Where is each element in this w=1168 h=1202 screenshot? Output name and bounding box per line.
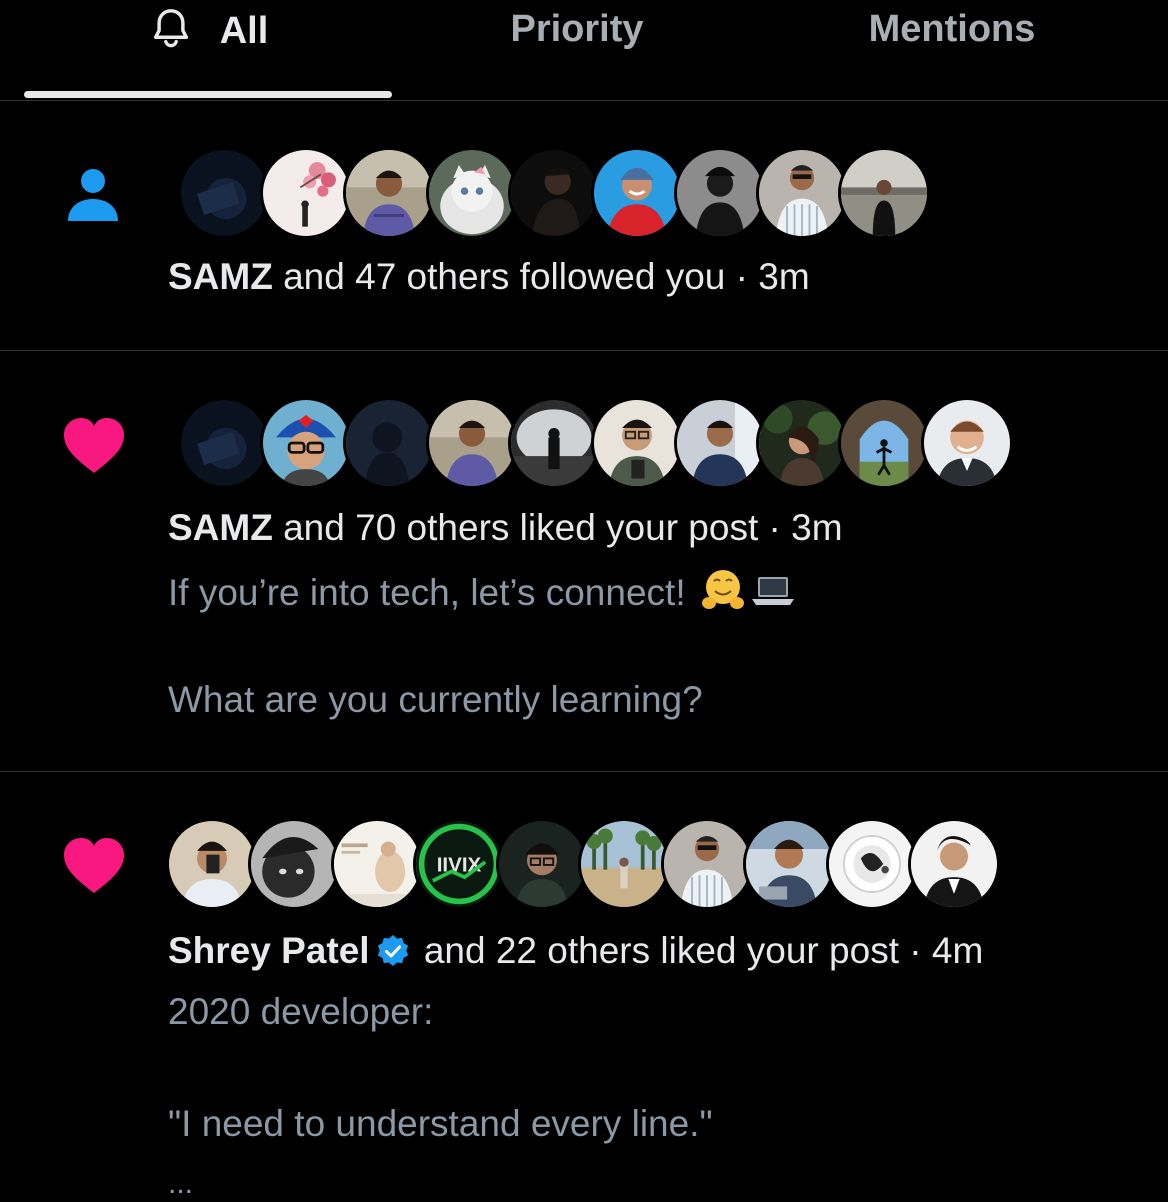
heart-icon	[64, 418, 124, 473]
avatar[interactable]	[578, 818, 670, 910]
tab-all-label: All	[219, 10, 269, 52]
notification-tabs: All Priority Mentions	[0, 0, 1168, 101]
avatar[interactable]	[674, 397, 766, 489]
avatar[interactable]: IIVIX	[413, 818, 505, 910]
tab-priority-label: Priority	[510, 8, 644, 50]
avatar[interactable]	[921, 397, 1013, 489]
avatar[interactable]	[908, 818, 1000, 910]
action-text: and 70 others liked your post	[272, 507, 759, 548]
post-preview-line: 2020 developer:	[168, 991, 434, 1032]
avatar[interactable]	[260, 397, 352, 489]
avatar[interactable]	[496, 818, 588, 910]
avatar[interactable]	[178, 147, 270, 239]
action-text: and 22 others liked your post	[413, 930, 899, 971]
action-text: and 47 others followed you	[272, 256, 726, 297]
timestamp: · 4m	[898, 930, 984, 971]
notification-headline: SAMZ and 47 others followed you · 3m	[168, 255, 810, 299]
post-text: If you’re into tech, let’s connect!	[168, 572, 686, 613]
tab-mentions-label: Mentions	[868, 8, 1036, 50]
avatar[interactable]	[591, 147, 683, 239]
bell-icon	[153, 9, 188, 48]
avatar[interactable]	[591, 397, 683, 489]
notification-like[interactable]: IIVIX Shrey Patel and 22 others liked yo…	[0, 772, 1168, 1200]
tab-mentions[interactable]: Mentions	[762, 0, 1142, 100]
verified-badge-icon	[377, 935, 408, 966]
actor-name[interactable]: SAMZ	[168, 256, 273, 297]
avatar[interactable]	[343, 397, 435, 489]
avatar[interactable]	[178, 397, 270, 489]
avatar[interactable]	[743, 818, 835, 910]
avatar[interactable]	[661, 818, 753, 910]
heart-icon	[64, 838, 124, 893]
avatar[interactable]	[838, 147, 930, 239]
person-icon	[68, 169, 118, 221]
avatar[interactable]	[674, 147, 766, 239]
post-truncation-ellipsis: ...	[168, 1167, 194, 1200]
avatar[interactable]	[331, 818, 423, 910]
avatar[interactable]	[838, 397, 930, 489]
avatar[interactable]	[826, 818, 918, 910]
post-preview-line: If you’re into tech, let’s connect!	[168, 567, 796, 615]
avatar[interactable]	[166, 818, 258, 910]
notification-like[interactable]: SAMZ and 70 others liked your post · 3m …	[0, 351, 1168, 772]
tab-priority[interactable]: Priority	[392, 0, 762, 100]
avatar[interactable]	[756, 147, 848, 239]
avatar[interactable]	[426, 397, 518, 489]
avatar[interactable]	[248, 818, 340, 910]
post-preview-line: What are you currently learning?	[168, 679, 703, 720]
post-preview-line: "I need to understand every line."	[168, 1103, 713, 1144]
avatar[interactable]	[756, 397, 848, 489]
notification-headline: SAMZ and 70 others liked your post · 3m	[168, 506, 843, 550]
actor-name[interactable]: Shrey Patel	[168, 930, 370, 971]
notification-follow[interactable]: SAMZ and 47 others followed you · 3m	[0, 101, 1168, 351]
avatar[interactable]	[343, 147, 435, 239]
avatar[interactable]	[426, 147, 518, 239]
avatar[interactable]	[508, 147, 600, 239]
active-tab-indicator	[24, 91, 392, 98]
avatar[interactable]	[260, 147, 352, 239]
notification-headline: Shrey Patel and 22 others liked your pos…	[168, 929, 983, 973]
timestamp: · 3m	[758, 507, 843, 548]
avatar[interactable]	[508, 397, 600, 489]
tab-all[interactable]: All	[24, 0, 392, 100]
hugging-face-emoji	[701, 570, 744, 609]
timestamp: · 3m	[725, 256, 810, 297]
actor-name[interactable]: SAMZ	[168, 507, 273, 548]
laptop-emoji	[751, 577, 794, 605]
